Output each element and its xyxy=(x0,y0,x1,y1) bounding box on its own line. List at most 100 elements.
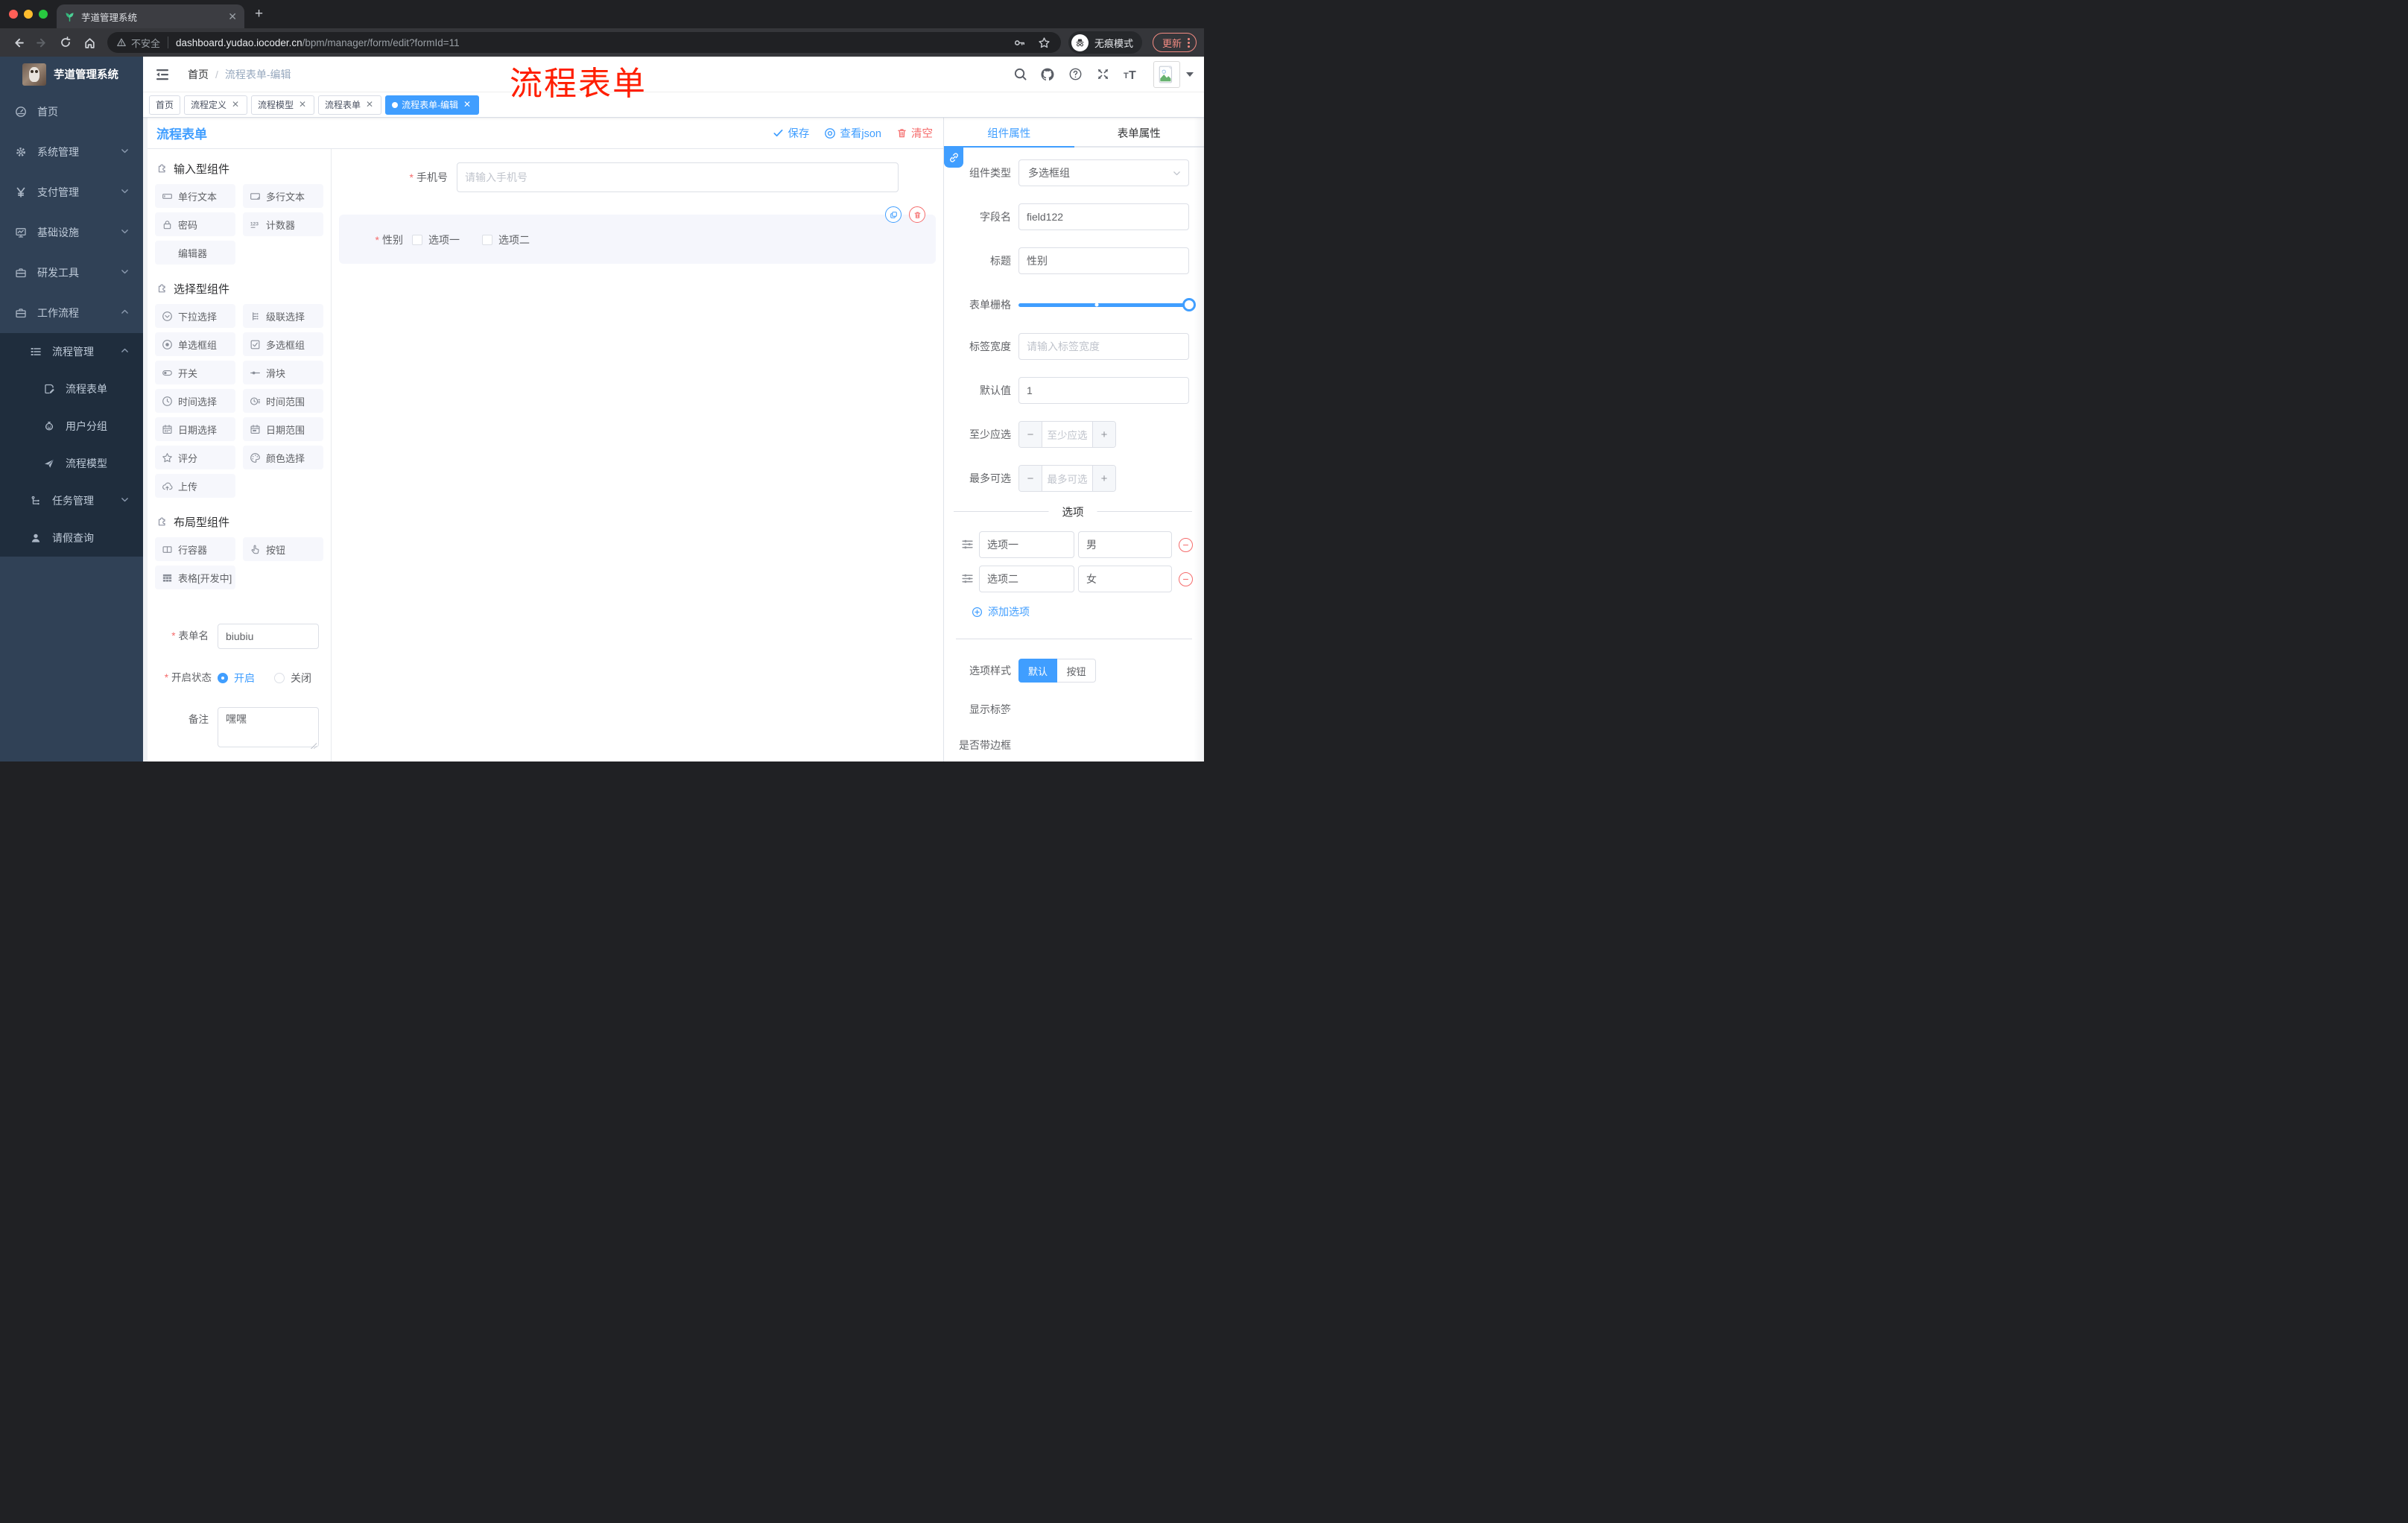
label-width-input[interactable] xyxy=(1018,333,1189,360)
close-tag-icon[interactable]: ✕ xyxy=(364,99,375,110)
field-name-input[interactable] xyxy=(1018,203,1189,230)
close-window-button[interactable] xyxy=(9,10,18,19)
component-滑块[interactable]: 滑块 xyxy=(243,361,323,384)
reload-icon[interactable] xyxy=(55,32,76,53)
component-编辑器[interactable]: 编辑器 xyxy=(155,241,235,265)
close-tag-icon[interactable]: ✕ xyxy=(230,99,241,110)
sidebar-item-研发工具[interactable]: 研发工具 xyxy=(0,253,143,293)
sidebar-item-支付管理[interactable]: 支付管理 xyxy=(0,172,143,212)
sidebar-item-流程管理[interactable]: 流程管理 xyxy=(0,333,143,370)
component-日期范围[interactable]: 日期范围 xyxy=(243,417,323,441)
sidebar-item-工作流程[interactable]: 工作流程 xyxy=(0,293,143,333)
bookmark-star-icon[interactable] xyxy=(1038,37,1051,49)
form-name-input[interactable] xyxy=(218,624,319,649)
github-icon[interactable] xyxy=(1040,67,1055,82)
sidebar-logo[interactable]: 芋道管理系统 xyxy=(0,57,143,92)
component-单选框组[interactable]: 单选框组 xyxy=(155,332,235,356)
link-handle-button[interactable] xyxy=(944,148,963,168)
password-key-icon[interactable] xyxy=(1013,37,1026,49)
sidebar-item-首页[interactable]: 首页 xyxy=(0,92,143,132)
component-颜色选择[interactable]: 颜色选择 xyxy=(243,446,323,469)
home-icon[interactable] xyxy=(79,32,100,53)
tab-form-props[interactable]: 表单属性 xyxy=(1074,118,1205,148)
component-多选框组[interactable]: 多选框组 xyxy=(243,332,323,356)
remove-option-button[interactable]: − xyxy=(1179,571,1193,586)
tag-首页[interactable]: 首页 xyxy=(149,95,181,115)
tag-流程模型[interactable]: 流程模型 ✕ xyxy=(251,95,315,115)
browser-update-button[interactable]: 更新 xyxy=(1152,33,1197,52)
forward-icon[interactable] xyxy=(31,32,52,53)
resize-grip[interactable] xyxy=(311,743,317,749)
delete-component-button[interactable] xyxy=(909,206,925,223)
zoom-window-button[interactable] xyxy=(39,10,48,19)
tab-close-icon[interactable]: ✕ xyxy=(228,10,237,23)
sidebar-item-流程模型[interactable]: 流程模型 xyxy=(0,445,143,482)
collapse-sidebar-icon[interactable] xyxy=(155,67,170,82)
style-button-button[interactable]: 按钮 xyxy=(1057,659,1097,683)
new-tab-button[interactable]: + xyxy=(255,6,263,22)
drag-handle-icon[interactable] xyxy=(961,572,975,586)
minimize-window-button[interactable] xyxy=(24,10,33,19)
drag-handle-icon[interactable] xyxy=(961,538,975,551)
option-label-input[interactable] xyxy=(979,566,1074,592)
component-时间范围[interactable]: 时间范围 xyxy=(243,389,323,413)
tag-流程表单-编辑[interactable]: 流程表单-编辑 ✕ xyxy=(385,95,480,115)
radio-open[interactable]: 开启 xyxy=(218,671,255,685)
add-option-button[interactable]: 添加选项 xyxy=(972,604,1204,619)
tag-流程定义[interactable]: 流程定义 ✕ xyxy=(184,95,248,115)
option-value-input[interactable] xyxy=(1078,531,1172,558)
component-时间选择[interactable]: 时间选择 xyxy=(155,389,235,413)
stepper-decrease-button[interactable]: − xyxy=(1019,466,1042,491)
default-value-input[interactable] xyxy=(1018,377,1189,404)
back-icon[interactable] xyxy=(7,32,28,53)
tab-component-props[interactable]: 组件属性 xyxy=(944,118,1074,148)
help-icon[interactable] xyxy=(1068,67,1083,82)
component-计数器[interactable]: 123 计数器 xyxy=(243,212,323,236)
tag-流程表单[interactable]: 流程表单 ✕ xyxy=(318,95,382,115)
component-单行文本[interactable]: 单行文本 xyxy=(155,184,235,208)
sidebar-item-系统管理[interactable]: 系统管理 xyxy=(0,132,143,172)
font-size-icon[interactable]: TT xyxy=(1123,67,1138,82)
sidebar-item-任务管理[interactable]: 任务管理 xyxy=(0,482,143,519)
component-下拉选择[interactable]: 下拉选择 xyxy=(155,304,235,328)
view-json-button[interactable]: 查看json xyxy=(824,125,881,141)
form-grid-slider[interactable] xyxy=(1018,291,1196,318)
selected-component-gender[interactable]: 性别 选项一 选项二 xyxy=(339,206,936,264)
sidebar-item-请假查询[interactable]: 请假查询 xyxy=(0,519,143,557)
clear-button[interactable]: 清空 xyxy=(896,125,933,141)
close-tag-icon[interactable]: ✕ xyxy=(462,99,472,110)
component-上传[interactable]: 上传 xyxy=(155,474,235,498)
window-controls[interactable] xyxy=(9,10,48,19)
user-menu[interactable] xyxy=(1153,60,1194,88)
component-级联选择[interactable]: 级联选择 xyxy=(243,304,323,328)
radio-closed[interactable]: 关闭 xyxy=(274,671,311,685)
search-icon[interactable] xyxy=(1013,67,1027,82)
form-remark-textarea[interactable]: 嘿嘿 xyxy=(218,707,319,747)
stepper-increase-button[interactable]: + xyxy=(1092,466,1115,491)
style-default-button[interactable]: 默认 xyxy=(1018,659,1058,683)
design-canvas[interactable]: 手机号 xyxy=(332,149,943,762)
checkbox-选项一[interactable]: 选项一 xyxy=(412,232,460,247)
title-input[interactable] xyxy=(1018,247,1189,274)
slider-handle[interactable] xyxy=(1182,298,1196,311)
component-type-select[interactable]: 多选框组 xyxy=(1018,159,1189,186)
address-bar[interactable]: 不安全 dashboard.yudao.iocoder.cn/bpm/manag… xyxy=(107,32,1061,53)
browser-tab[interactable]: 芋道管理系统 ✕ xyxy=(57,4,244,28)
option-value-input[interactable] xyxy=(1078,566,1172,592)
component-表格[开发中][interactable]: 表格[开发中] xyxy=(155,566,235,589)
phone-input[interactable] xyxy=(457,162,899,192)
max-select-placeholder[interactable]: 最多可选 xyxy=(1042,466,1092,491)
option-label-input[interactable] xyxy=(979,531,1074,558)
phone-field[interactable]: 手机号 xyxy=(376,162,899,192)
min-select-placeholder[interactable]: 至少应选 xyxy=(1042,422,1092,447)
save-button[interactable]: 保存 xyxy=(773,125,809,141)
copy-component-button[interactable] xyxy=(885,206,902,223)
component-密码[interactable]: 密码 xyxy=(155,212,235,236)
component-多行文本[interactable]: 多行文本 xyxy=(243,184,323,208)
browser-menu-icon[interactable] xyxy=(1188,37,1190,48)
component-日期选择[interactable]: 日期选择 xyxy=(155,417,235,441)
close-tag-icon[interactable]: ✕ xyxy=(297,99,308,110)
stepper-increase-button[interactable]: + xyxy=(1092,422,1115,447)
security-indicator[interactable]: 不安全 xyxy=(116,36,160,50)
component-按钮[interactable]: 按钮 xyxy=(243,537,323,561)
